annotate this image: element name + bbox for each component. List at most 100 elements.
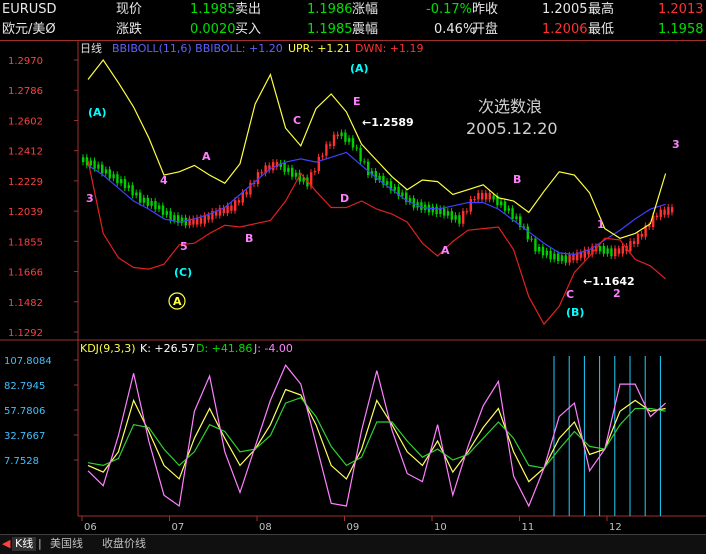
candle-body [481, 192, 484, 200]
legend-kdj: KDJ(9,3,3) [80, 342, 136, 355]
candle-body [97, 164, 100, 169]
wave-label: C [566, 288, 574, 301]
candle-body [507, 208, 510, 211]
candle-body [526, 226, 529, 240]
candle-body [671, 207, 674, 213]
tab-us-line[interactable]: 美国线 [50, 537, 83, 551]
candle-body [344, 132, 347, 142]
wave-label: 3 [86, 192, 94, 205]
label-amplitude: 震幅 [352, 22, 379, 37]
wave-label: 2 [613, 287, 621, 300]
wave-label: 5 [180, 240, 188, 253]
wave-label: 1 [597, 218, 605, 231]
candle-body [120, 179, 123, 184]
tab-kline[interactable]: K线 [12, 537, 37, 551]
candle-body [104, 169, 108, 174]
chart-area[interactable]: 日线 BBIBOLL(11,6) BBIBOLL: +1.20 UPR: +1.… [0, 40, 706, 534]
candle-body [245, 192, 248, 195]
wave-label: C [293, 114, 301, 127]
tab-close-line[interactable]: 收盘价线 [102, 537, 146, 551]
candle-body [226, 205, 229, 214]
label-open: 开盘 [472, 22, 499, 37]
candle-body [150, 201, 153, 206]
candle-body [393, 186, 396, 191]
kdj-y-tick-label: 107.8084 [4, 356, 52, 367]
candle-body [431, 206, 434, 213]
candle-body [553, 253, 556, 260]
candle-body [237, 200, 241, 203]
candle-body [359, 147, 362, 162]
kdj-y-tick-label: 7.7528 [4, 456, 39, 467]
value-open: 1.2006 [542, 22, 588, 37]
x-tick-label: 11 [522, 522, 535, 533]
legend-dwn: DWN: +1.19 [355, 42, 424, 55]
kdj-y-tick-label: 32.7667 [4, 431, 45, 442]
candle-body [435, 206, 438, 214]
bottom-tab-bar: ◀ K线 | 美国线 收盘价线 [0, 534, 706, 554]
candle-body [617, 248, 621, 254]
price-y-tick-label: 1.2412 [8, 147, 43, 158]
wave-label: (A) [350, 62, 369, 75]
label-price: 现价 [116, 2, 143, 17]
value-ask: 1.1986 [307, 2, 353, 17]
price-y-tick-label: 1.2229 [8, 177, 43, 188]
candle-body [560, 255, 564, 262]
wave-label: A [441, 244, 450, 257]
candle-body [462, 211, 465, 224]
candle-body [534, 238, 537, 252]
candle-body [355, 147, 358, 149]
candle-body [321, 155, 324, 157]
watermark-date: 2005.12.20 [466, 119, 558, 138]
value-prev-close: 1.2005 [542, 2, 588, 17]
candle-body [515, 216, 518, 219]
legend-d: D: +41.86 [196, 342, 252, 355]
wave-label: D [340, 192, 349, 205]
candle-body [116, 174, 119, 184]
candle-body [158, 205, 161, 210]
candle-body [89, 160, 92, 166]
candle-body [541, 246, 545, 256]
candle-body [446, 211, 450, 216]
candle-body [568, 254, 571, 263]
price-y-tick-label: 1.1482 [8, 298, 43, 309]
candle-body [234, 200, 237, 211]
tab-sep-1: | [38, 537, 42, 550]
x-tick-label: 09 [347, 522, 360, 533]
value-change: 0.0020 [190, 22, 236, 37]
candle-body [230, 205, 233, 211]
candle-body [602, 246, 605, 254]
label-prev-close: 昨收 [472, 2, 499, 17]
price-y-tick-label: 1.2039 [8, 207, 43, 218]
candle-body [131, 185, 134, 196]
candle-body [165, 211, 168, 215]
candle-body [112, 174, 115, 179]
candle-body [169, 211, 172, 221]
symbol-code: EURUSD [2, 2, 57, 17]
candle-body [325, 144, 328, 156]
candle-body [500, 201, 503, 206]
candle-body [203, 215, 206, 224]
label-bid: 买入 [235, 22, 262, 37]
wave-label: 3 [672, 138, 680, 151]
wave-label: A [202, 150, 211, 163]
legend-j: J: -4.00 [253, 342, 293, 355]
candle-body [477, 192, 480, 200]
candle-body [549, 250, 552, 260]
label-ask: 卖出 [235, 2, 262, 17]
candle-body [291, 167, 294, 177]
wave-label: (B) [566, 306, 584, 319]
candle-body [101, 164, 104, 174]
candle-body [659, 209, 662, 218]
value-low: 1.1958 [658, 22, 704, 37]
candle-body [135, 192, 138, 196]
candle-body [598, 246, 602, 252]
candle-body [465, 211, 469, 213]
candle-body [401, 192, 404, 197]
candle-body [336, 134, 339, 137]
candle-body [139, 192, 142, 203]
candle-body [272, 162, 275, 171]
tab-arrow-icon: ◀ [2, 537, 11, 550]
candle-body [621, 246, 624, 254]
candle-body [332, 134, 336, 146]
price-y-tick-label: 1.1292 [8, 328, 43, 339]
